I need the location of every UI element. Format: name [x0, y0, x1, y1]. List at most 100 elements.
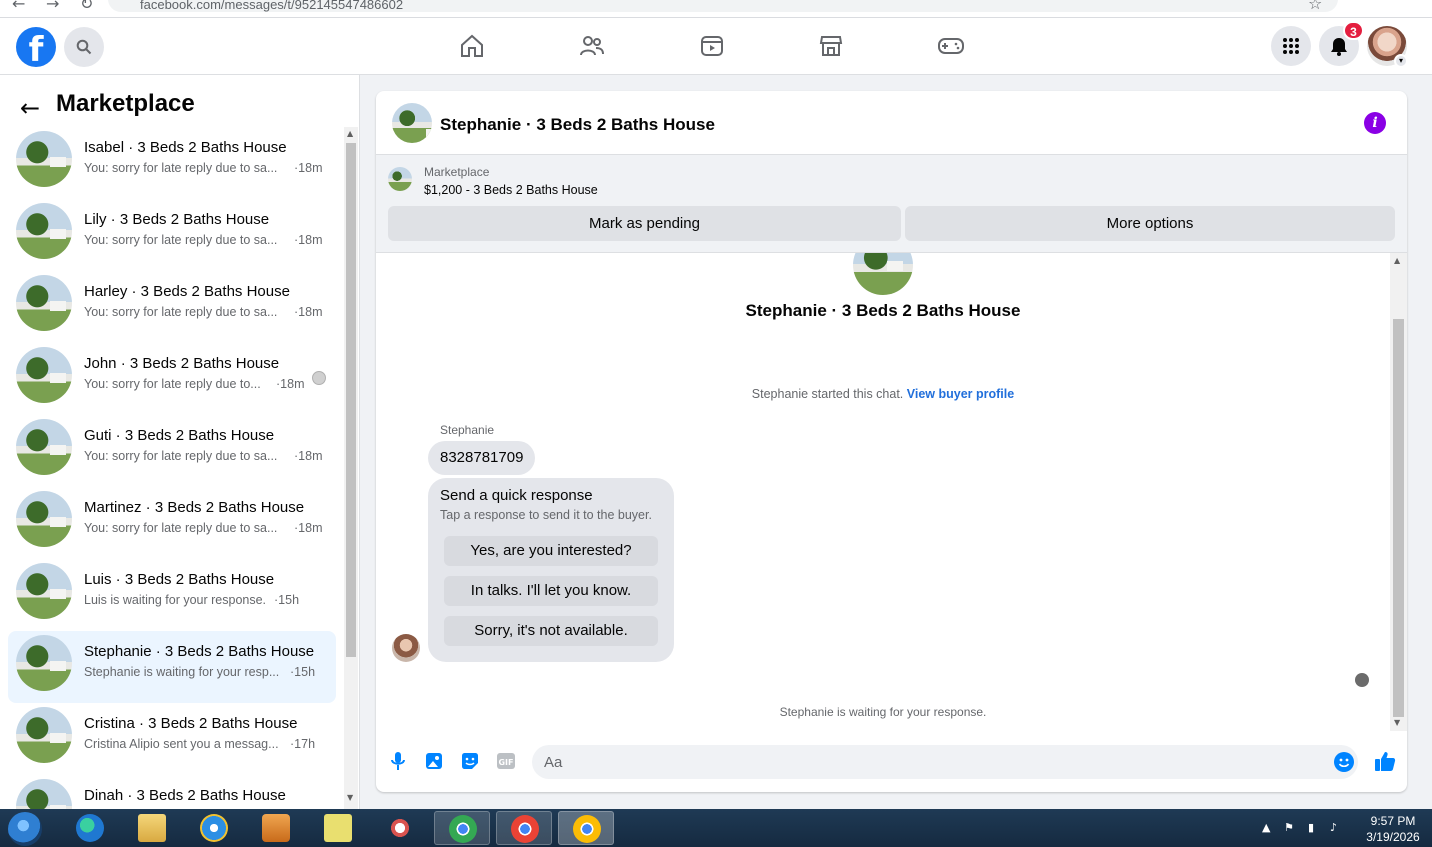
facebook-logo[interactable]: f	[16, 27, 56, 67]
nav-gaming[interactable]	[937, 32, 965, 60]
back-icon[interactable]: ←	[12, 0, 25, 13]
windows-taskbar: ▲ ⚑ ▮ ♪ 9:57 PM 3/19/2026	[0, 809, 1432, 847]
taskbar-chrome-3[interactable]	[558, 811, 614, 845]
conversation-time: ·18m	[276, 377, 305, 391]
friends-icon	[580, 36, 604, 56]
chat-title[interactable]: Stephanie · 3 Beds 2 Baths House	[440, 115, 715, 135]
marketplace-icon	[819, 36, 843, 56]
nav-watch[interactable]	[698, 32, 726, 60]
taskbar-ie[interactable]	[186, 811, 242, 845]
conversation-item[interactable]: Guti · 3 Beds 2 Baths House You: sorry f…	[8, 415, 336, 487]
url-text: facebook.com/messages/t/952145547486602	[140, 0, 404, 12]
thumbs-up-icon	[1375, 752, 1396, 771]
clock-date: 3/19/2026	[1366, 830, 1420, 844]
read-receipt-avatar	[1355, 673, 1369, 687]
conversation-name: Cristina · 3 Beds 2 Baths House	[84, 715, 298, 732]
conversation-panel: ← Marketplace Isabel · 3 Beds 2 Baths Ho…	[0, 75, 360, 809]
listing-title[interactable]: $1,200 - 3 Beds 2 Baths House	[424, 183, 598, 197]
search-button[interactable]	[64, 27, 104, 67]
taskbar-sticky[interactable]	[310, 811, 366, 845]
image-icon	[426, 753, 442, 769]
start-button[interactable]	[8, 812, 42, 846]
forward-icon[interactable]: →	[46, 0, 59, 13]
conversation-item[interactable]: Lily · 3 Beds 2 Baths House You: sorry f…	[8, 199, 336, 271]
conversation-item-active[interactable]: Stephanie · 3 Beds 2 Baths House Stephan…	[8, 631, 336, 703]
conversation-preview: Stephanie is waiting for your resp...	[84, 665, 280, 679]
conversation-item[interactable]: Harley · 3 Beds 2 Baths House You: sorry…	[8, 271, 336, 343]
panel-title: Marketplace	[56, 90, 195, 117]
quick-response-title: Send a quick response	[440, 487, 593, 504]
scrollbar-thumb[interactable]	[1393, 319, 1404, 717]
conversation-scrollbar[interactable]: ▲ ▼	[344, 127, 358, 809]
info-icon[interactable]: i	[1364, 112, 1386, 134]
conversation-item[interactable]: Isabel · 3 Beds 2 Baths House You: sorry…	[8, 127, 336, 199]
taskbar-edge[interactable]	[62, 811, 118, 845]
listing-thumbnail	[16, 203, 72, 259]
watch-icon	[701, 36, 723, 56]
taskbar-snipping[interactable]	[372, 811, 428, 845]
waiting-status: Stephanie is waiting for your response.	[779, 705, 987, 719]
taskbar-chrome-2[interactable]	[496, 811, 552, 845]
attach-photo-button[interactable]	[424, 751, 444, 771]
scroll-up-icon[interactable]: ▲	[347, 129, 353, 138]
mark-pending-button[interactable]: Mark as pending	[388, 206, 901, 241]
sender-avatar[interactable]	[392, 634, 420, 662]
network-icon[interactable]: ▮	[1308, 821, 1314, 834]
conversation-item[interactable]: Martinez · 3 Beds 2 Baths House You: sor…	[8, 487, 336, 559]
quick-response-card: Send a quick response Tap a response to …	[428, 478, 674, 662]
listing-thumbnail	[853, 253, 913, 295]
emoji-button[interactable]	[1334, 752, 1354, 772]
reload-icon[interactable]: ↻	[80, 0, 93, 13]
scroll-down-icon[interactable]: ▼	[347, 793, 353, 802]
chat-started-note: Stephanie started this chat. View buyer …	[376, 387, 1390, 401]
scrollbar-thumb[interactable]	[346, 143, 356, 657]
media-player-icon	[262, 814, 290, 842]
quick-response-subtitle: Tap a response to send it to the buyer.	[440, 508, 652, 522]
chevron-down-icon[interactable]: ▾	[1394, 54, 1408, 68]
conversation-preview: You: sorry for late reply due to sa...	[84, 521, 278, 535]
conversation-preview: Cristina Alipio sent you a messag...	[84, 737, 279, 751]
quick-response-button[interactable]: Yes, are you interested?	[444, 536, 658, 566]
thread-title: Stephanie · 3 Beds 2 Baths House	[745, 301, 1021, 320]
view-buyer-profile-link[interactable]: View buyer profile	[907, 387, 1014, 401]
quick-response-button[interactable]: In talks. I'll let you know.	[444, 576, 658, 606]
menu-button[interactable]	[1271, 26, 1311, 66]
home-icon	[461, 34, 483, 57]
conversation-time: ·18m	[294, 161, 323, 175]
volume-icon[interactable]: ♪	[1330, 821, 1337, 834]
star-icon[interactable]: ☆	[1308, 0, 1322, 13]
message-input[interactable]	[544, 745, 1314, 779]
nav-marketplace[interactable]	[817, 32, 845, 60]
back-arrow-icon[interactable]: ←	[20, 94, 40, 122]
more-options-button[interactable]: More options	[905, 206, 1395, 241]
listing-thumbnail[interactable]	[388, 167, 412, 191]
conversation-time: ·17h	[290, 737, 316, 751]
taskbar-explorer[interactable]	[124, 811, 180, 845]
listing-thumbnail	[16, 491, 72, 547]
conversation-name: John · 3 Beds 2 Baths House	[84, 355, 280, 372]
nav-home[interactable]	[458, 32, 486, 60]
conversation-item[interactable]: Dinah · 3 Beds 2 Baths House	[8, 775, 336, 809]
tray-expand-icon[interactable]: ▲	[1262, 821, 1270, 834]
chat-scrollbar[interactable]: ▲ ▼	[1390, 253, 1407, 731]
like-button[interactable]	[1374, 750, 1396, 772]
nav-friends[interactable]	[578, 32, 606, 60]
conversation-time: ·18m	[294, 521, 323, 535]
action-center-icon[interactable]: ⚑	[1284, 821, 1294, 834]
voice-clip-button[interactable]	[388, 751, 408, 771]
sender-name: Stephanie	[440, 423, 495, 437]
quick-response-button[interactable]: Sorry, it's not available.	[444, 616, 658, 646]
conversation-item[interactable]: Cristina · 3 Beds 2 Baths House Cristina…	[8, 703, 336, 775]
clock[interactable]: 9:57 PM 3/19/2026	[1358, 813, 1428, 845]
listing-thumbnail[interactable]	[392, 103, 432, 143]
taskbar-chrome-1[interactable]	[434, 811, 490, 845]
taskbar-media[interactable]	[248, 811, 304, 845]
gif-button[interactable]: GIF	[496, 751, 516, 771]
seen-avatar-icon	[312, 371, 326, 385]
scroll-down-icon[interactable]: ▼	[1394, 718, 1400, 727]
scroll-up-icon[interactable]: ▲	[1394, 256, 1400, 265]
address-bar[interactable]: facebook.com/messages/t/952145547486602	[108, 0, 1338, 12]
conversation-item[interactable]: John · 3 Beds 2 Baths House You: sorry f…	[8, 343, 336, 415]
sticker-button[interactable]	[460, 751, 480, 771]
conversation-item[interactable]: Luis · 3 Beds 2 Baths House Luis is wait…	[8, 559, 336, 631]
